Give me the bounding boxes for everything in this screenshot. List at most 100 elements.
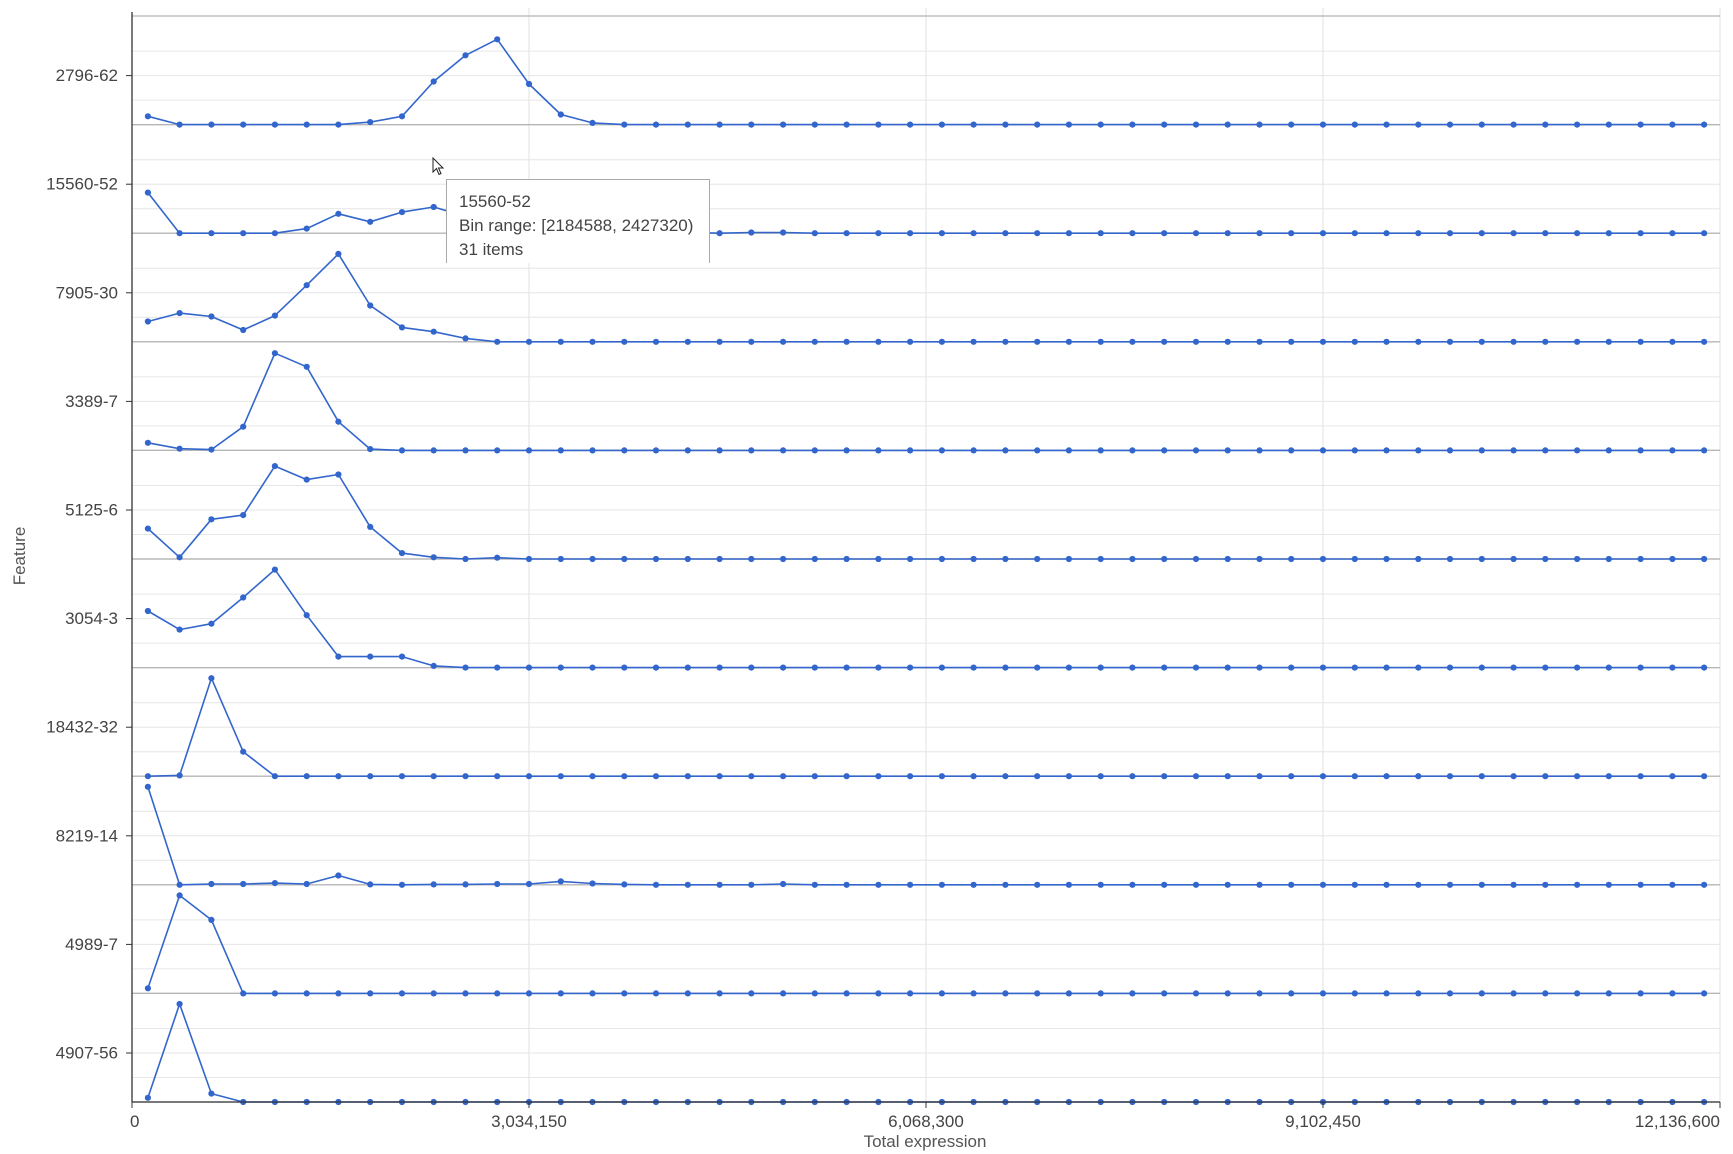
data-point [303,990,310,997]
data-point [1510,447,1517,454]
data-point [1256,881,1263,888]
data-point [1574,773,1581,780]
data-point [335,471,342,478]
data-point [589,447,596,454]
data-point [144,439,151,446]
data-point [938,230,946,237]
tooltip-bin-range: Bin range: [2184588, 2427320) [459,216,694,235]
data-point [938,555,946,563]
data-point [1415,990,1422,997]
data-point [1701,230,1708,237]
data-point [1383,447,1390,454]
data-point [1446,338,1454,345]
data-point [748,121,755,128]
data-point [811,338,818,345]
data-point [1192,990,1200,997]
data-point [621,121,628,128]
data-point [1478,664,1485,671]
data-point [1256,664,1263,671]
y-tick-label: 2796-62 [56,66,118,85]
data-point [144,189,151,196]
data-point [1319,121,1327,128]
data-point [271,312,278,319]
data-point [1097,230,1104,237]
data-point [176,772,183,779]
data-point [208,313,215,320]
y-axis-title: Feature [10,527,29,586]
y-tick-label: 18432-32 [46,718,118,737]
data-point [1542,230,1549,237]
data-point [875,990,882,997]
data-point [1637,881,1644,888]
data-point [271,463,278,470]
data-point [1319,447,1327,454]
data-point [430,773,437,780]
x-tick-label: 0 [130,1112,139,1131]
data-point [938,990,946,997]
data-point [907,664,914,671]
data-point [1256,230,1263,237]
data-point [1065,121,1072,128]
data-point [907,230,914,237]
data-point [398,653,406,660]
data-point [843,773,850,780]
data-point [303,880,310,888]
data-point [398,324,406,331]
data-point [1605,773,1612,780]
data-point [462,773,469,780]
data-point [748,664,755,671]
data-point [494,554,501,561]
data-point [621,773,628,780]
data-point [303,282,310,289]
data-point [494,338,501,345]
data-point [525,773,533,780]
data-point [716,664,723,671]
data-point [1097,338,1104,345]
data-point [1192,230,1200,237]
data-point [843,990,850,997]
data-point [462,52,469,59]
tooltip-title: 15560-52 [459,192,531,211]
tooltip: 15560-52 Bin range: [2184588, 2427320) 3… [446,179,710,263]
data-point [621,555,628,563]
data-point [1446,773,1454,780]
data-point [1288,338,1295,345]
data-point [1129,990,1136,997]
data-point [462,881,469,888]
data-point [271,880,278,887]
data-point [907,338,914,345]
data-point [1129,121,1136,128]
data-point [1415,447,1422,454]
data-point [1129,230,1136,237]
data-point [1637,555,1644,563]
data-point [843,230,850,237]
data-point [271,773,278,780]
data-point [1542,121,1549,128]
data-point [1351,230,1358,237]
data-point [1161,773,1168,780]
data-point [240,230,247,237]
data-point [716,990,723,997]
data-point [398,113,406,120]
data-point [780,555,787,563]
data-point [525,664,533,671]
data-point [684,990,691,997]
data-point [525,80,533,88]
data-point [1446,230,1454,237]
data-point [1129,555,1136,563]
data-point [1701,773,1708,780]
data-point [970,338,977,345]
data-point [462,990,469,997]
data-point [1701,338,1708,345]
data-point [494,447,501,454]
data-point [938,338,946,345]
data-point [494,990,501,997]
data-point [1351,881,1358,888]
data-point [1574,664,1581,671]
data-point [780,121,787,128]
data-point [684,555,691,563]
data-point [684,881,691,888]
data-point [970,230,977,237]
data-point [1002,121,1009,128]
data-point [367,446,374,453]
